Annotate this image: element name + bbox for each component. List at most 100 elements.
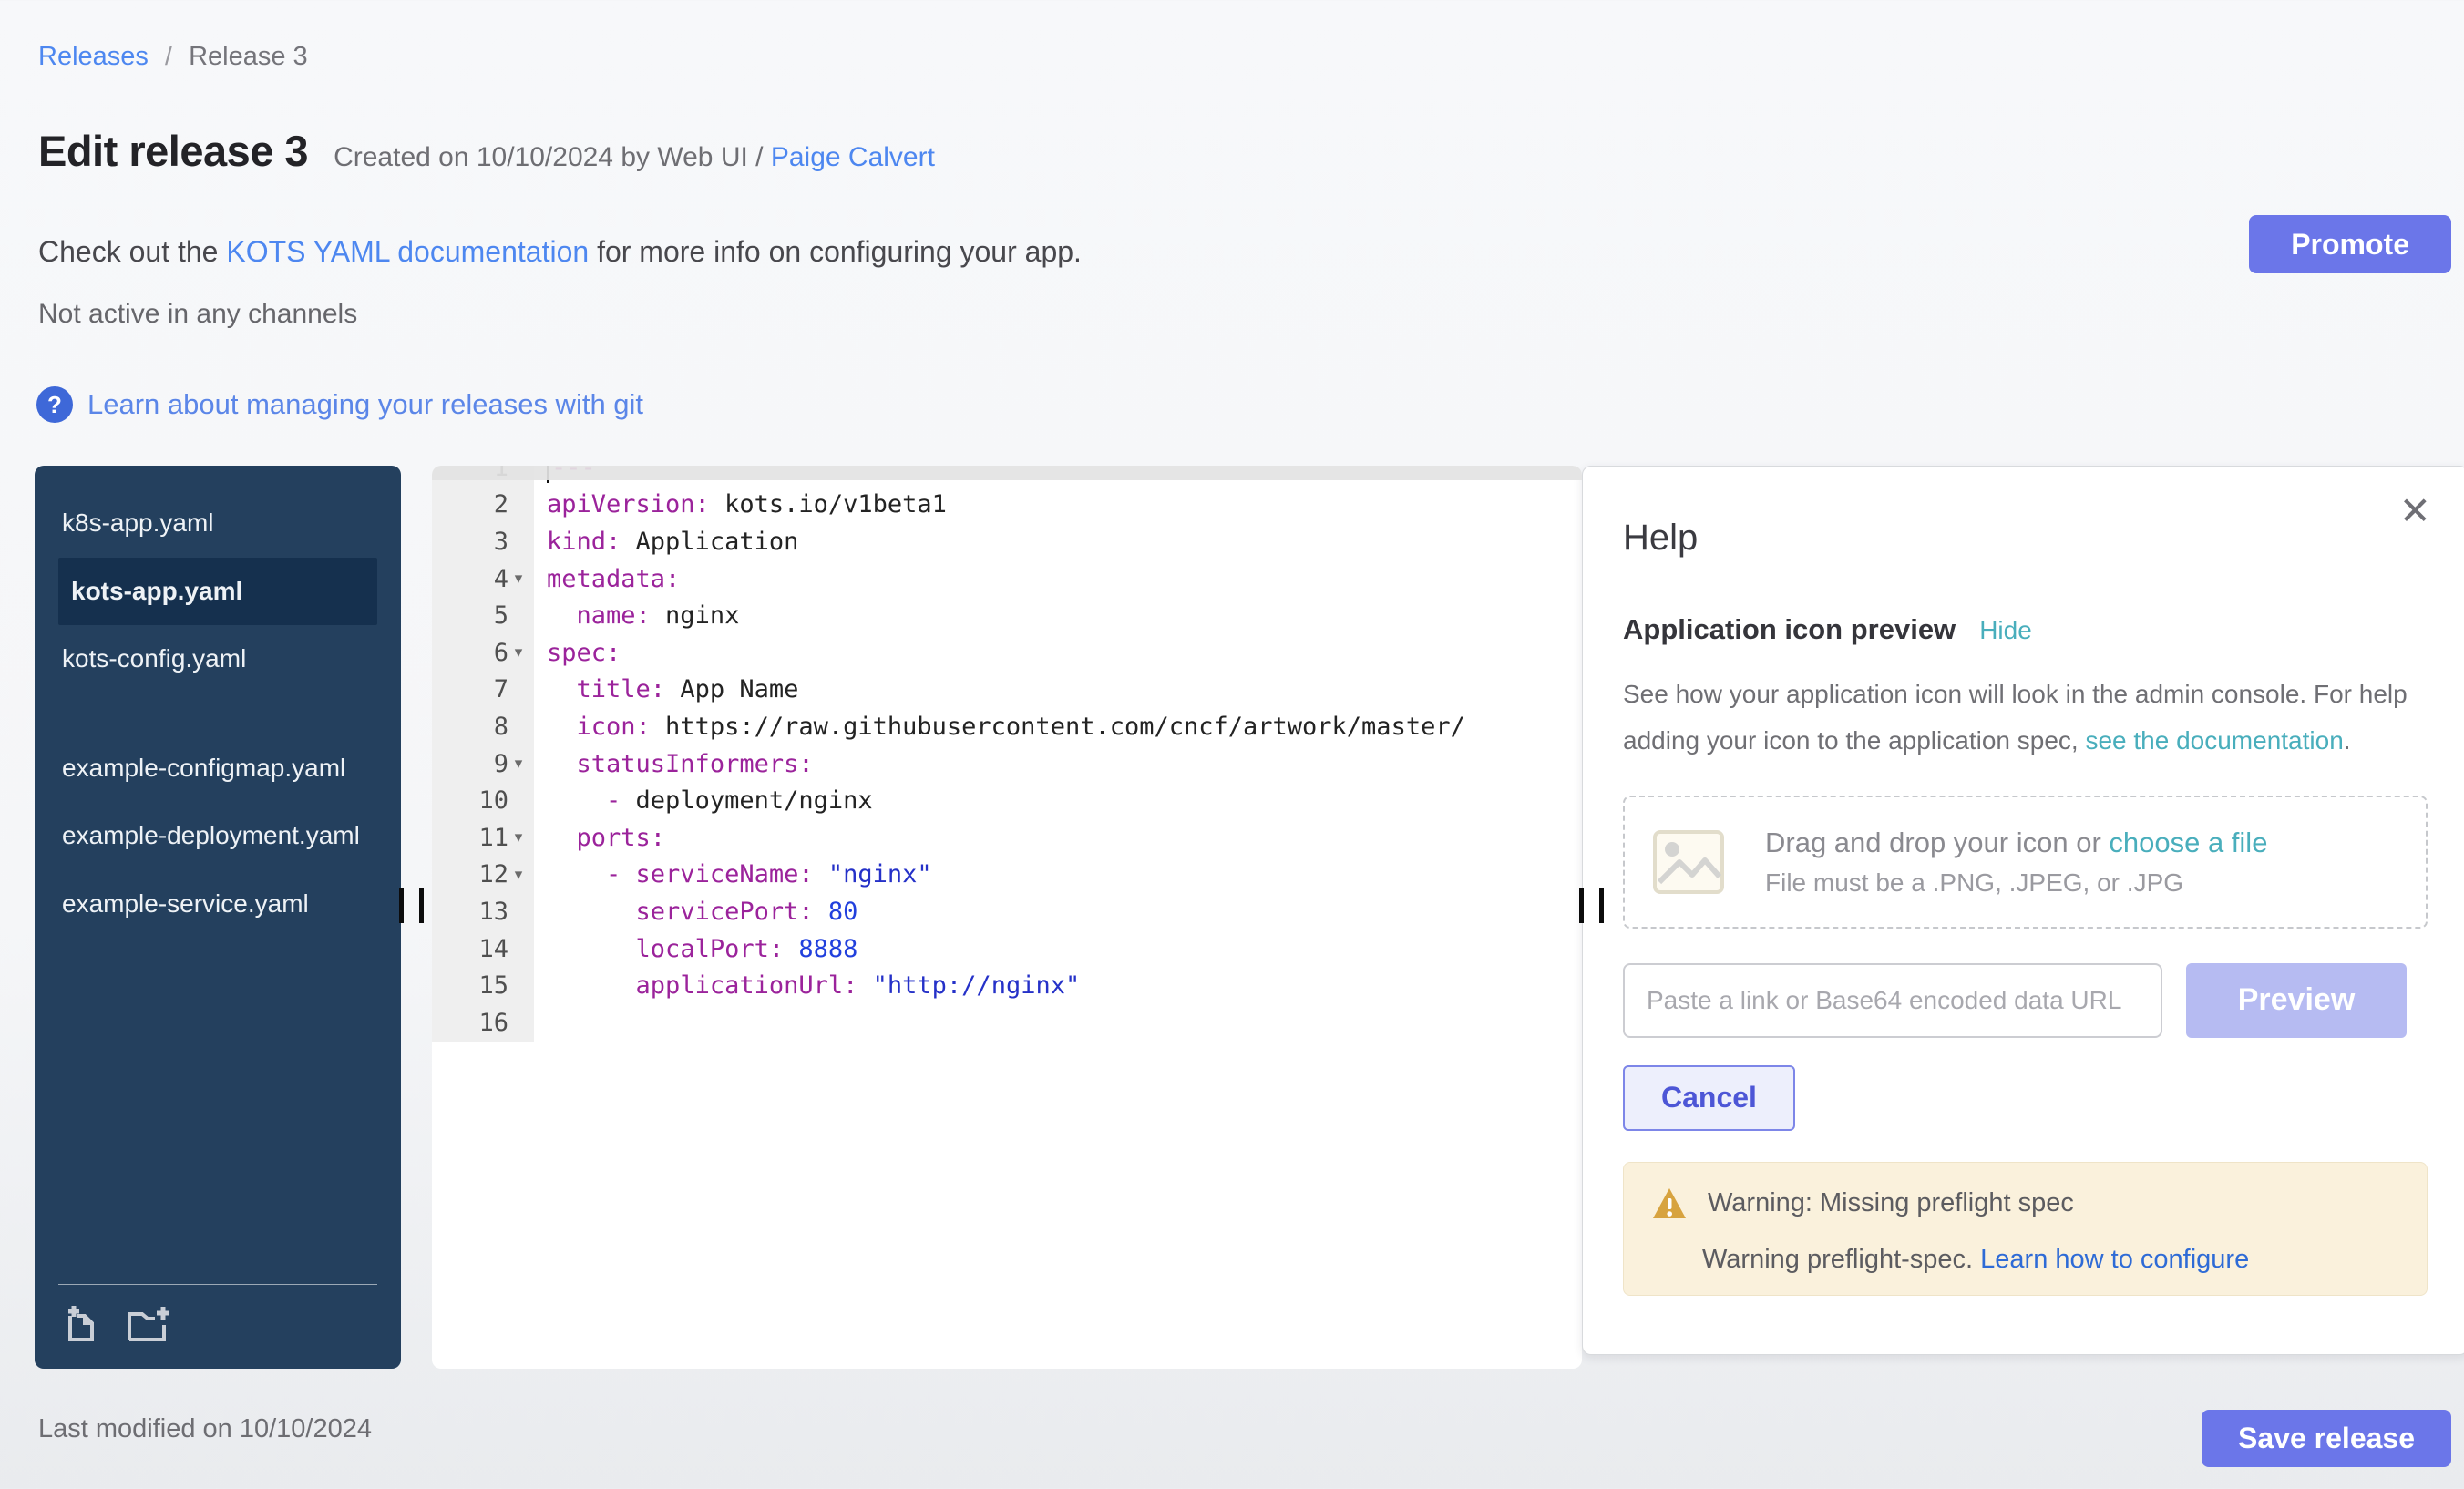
line-gutter: 5: [432, 597, 534, 634]
line-gutter: 14: [432, 930, 534, 968]
code-line[interactable]: 7 title: App Name: [432, 672, 1582, 709]
help-title: Help: [1623, 518, 2428, 559]
code-text: localPort: 8888: [534, 935, 857, 963]
choose-file-link[interactable]: choose a file: [2109, 827, 2267, 858]
dropzone-label: Drag and drop your icon or: [1765, 827, 2109, 858]
promote-button[interactable]: Promote: [2249, 215, 2451, 273]
doc-suffix: for more info on configuring your app.: [589, 235, 1082, 268]
icon-preview-description: See how your application icon will look …: [1623, 672, 2425, 765]
line-gutter[interactable]: 4▾: [432, 560, 534, 598]
fold-arrow-icon: ▾: [508, 866, 529, 884]
breadcrumb-releases-link[interactable]: Releases: [38, 42, 149, 71]
code-line[interactable]: 8 icon: https://raw.githubusercontent.co…: [432, 708, 1582, 745]
file-item[interactable]: k8s-app.yaml: [58, 489, 377, 558]
created-prefix: Created on 10/10/2024 by Web UI /: [334, 142, 763, 172]
dropzone-text: Drag and drop your icon or choose a file…: [1765, 827, 2267, 898]
code-line[interactable]: 5 name: nginx: [432, 597, 1582, 634]
image-placeholder-icon: [1652, 826, 1725, 899]
code-text: servicePort: 80: [534, 898, 857, 926]
fold-arrow-icon: ▾: [508, 643, 529, 662]
line-gutter[interactable]: 11▾: [432, 819, 534, 857]
add-folder-icon[interactable]: [126, 1303, 173, 1345]
add-file-icon[interactable]: [58, 1303, 100, 1345]
line-gutter[interactable]: 12▾: [432, 857, 534, 894]
channel-status: Not active in any channels: [38, 299, 357, 330]
code-line[interactable]: 9▾ statusInformers:: [432, 745, 1582, 783]
save-release-button[interactable]: Save release: [2202, 1410, 2451, 1467]
warning-title: Warning: Missing preflight spec: [1708, 1188, 2074, 1218]
code-text: - deployment/nginx: [534, 786, 873, 815]
hide-link[interactable]: Hide: [1979, 616, 2032, 645]
code-text: statusInformers:: [534, 750, 814, 778]
line-gutter: 7: [432, 672, 534, 709]
file-item[interactable]: kots-config.yaml: [58, 625, 377, 693]
line-gutter[interactable]: 9▾: [432, 745, 534, 783]
code-text: apiVersion: kots.io/v1beta1: [534, 490, 947, 519]
description-period: .: [2344, 726, 2351, 755]
line-gutter: 13: [432, 893, 534, 930]
question-circle-icon: ?: [36, 386, 73, 423]
dropzone-hint: File must be a .PNG, .JPEG, or .JPG: [1765, 868, 2267, 898]
editor-top-strip: [432, 466, 1582, 480]
code-text: kind: Application: [534, 528, 798, 556]
close-icon[interactable]: ✕: [2399, 492, 2431, 530]
code-text: icon: https://raw.githubusercontent.com/…: [534, 713, 1465, 741]
code-line[interactable]: 12▾ - serviceName: "nginx": [432, 857, 1582, 894]
icon-url-input[interactable]: [1623, 963, 2162, 1038]
code-line[interactable]: 13 servicePort: 80: [432, 893, 1582, 930]
warning-triangle-icon: [1651, 1186, 1688, 1221]
doc-line: Check out the KOTS YAML documentation fo…: [38, 235, 1082, 269]
see-documentation-link[interactable]: see the documentation: [2085, 726, 2343, 755]
learn-configure-link[interactable]: Learn how to configure: [1980, 1245, 2249, 1274]
help-panel: ✕ Help Application icon preview Hide See…: [1582, 466, 2464, 1355]
code-line[interactable]: 2apiVersion: kots.io/v1beta1: [432, 487, 1582, 524]
code-lines: 1---2apiVersion: kots.io/v1beta13kind: A…: [432, 466, 1582, 1042]
kots-yaml-doc-link[interactable]: KOTS YAML documentation: [226, 235, 589, 268]
icon-dropzone[interactable]: Drag and drop your icon or choose a file…: [1623, 796, 2428, 929]
created-author-link[interactable]: Paige Calvert: [771, 142, 935, 172]
fold-arrow-icon: ▾: [508, 755, 529, 773]
line-gutter: 2: [432, 487, 534, 524]
line-gutter: 16: [432, 1004, 534, 1042]
yaml-editor[interactable]: 1---2apiVersion: kots.io/v1beta13kind: A…: [432, 466, 1582, 1369]
created-text: Created on 10/10/2024 by Web UI / Paige …: [334, 142, 935, 173]
code-line[interactable]: 11▾ ports:: [432, 819, 1582, 857]
preview-button[interactable]: Preview: [2186, 963, 2407, 1038]
warning-detail: Warning preflight-spec. Learn how to con…: [1651, 1245, 2399, 1275]
file-item[interactable]: kots-app.yaml: [58, 558, 377, 626]
code-line[interactable]: 3kind: Application: [432, 523, 1582, 560]
last-modified-text: Last modified on 10/10/2024: [38, 1414, 372, 1444]
code-line[interactable]: 6▾spec:: [432, 634, 1582, 672]
page-title: Edit release 3: [38, 126, 308, 176]
line-gutter[interactable]: 6▾: [432, 634, 534, 672]
sidebar-actions: [58, 1284, 377, 1345]
line-gutter: 8: [432, 708, 534, 745]
sidebar-resize-handle[interactable]: [399, 888, 424, 923]
file-sidebar: k8s-app.yaml kots-app.yaml kots-config.y…: [35, 466, 401, 1369]
file-item[interactable]: example-deployment.yaml: [58, 802, 377, 870]
panel-resize-handle[interactable]: [1579, 888, 1604, 923]
code-line[interactable]: 4▾metadata:: [432, 560, 1582, 598]
code-line[interactable]: 14 localPort: 8888: [432, 930, 1582, 968]
git-help-row: ? Learn about managing your releases wit…: [36, 386, 643, 423]
code-text: metadata:: [534, 565, 680, 593]
code-text: title: App Name: [534, 675, 798, 703]
breadcrumb-current: Release 3: [189, 42, 308, 71]
line-gutter: 10: [432, 782, 534, 819]
preflight-warning-box: Warning: Missing preflight spec Warning …: [1623, 1162, 2428, 1296]
main-content: k8s-app.yaml kots-app.yaml kots-config.y…: [35, 466, 2439, 1369]
code-line[interactable]: 16: [432, 1004, 1582, 1042]
file-item[interactable]: example-service.yaml: [58, 870, 377, 939]
cancel-button[interactable]: Cancel: [1623, 1065, 1795, 1131]
code-line[interactable]: 15 applicationUrl: "http://nginx": [432, 967, 1582, 1004]
code-line[interactable]: 10 - deployment/nginx: [432, 782, 1582, 819]
code-text: applicationUrl: "http://nginx": [534, 971, 1080, 1000]
file-item[interactable]: example-configmap.yaml: [58, 734, 377, 803]
git-releases-link[interactable]: Learn about managing your releases with …: [87, 388, 643, 421]
breadcrumb-separator: /: [165, 42, 172, 71]
code-text: ports:: [534, 824, 665, 852]
code-text: spec:: [534, 639, 621, 667]
icon-preview-title: Application icon preview: [1623, 613, 1956, 646]
warning-body: Warning preflight-spec.: [1702, 1245, 1980, 1274]
breadcrumb: Releases / Release 3: [38, 42, 308, 72]
